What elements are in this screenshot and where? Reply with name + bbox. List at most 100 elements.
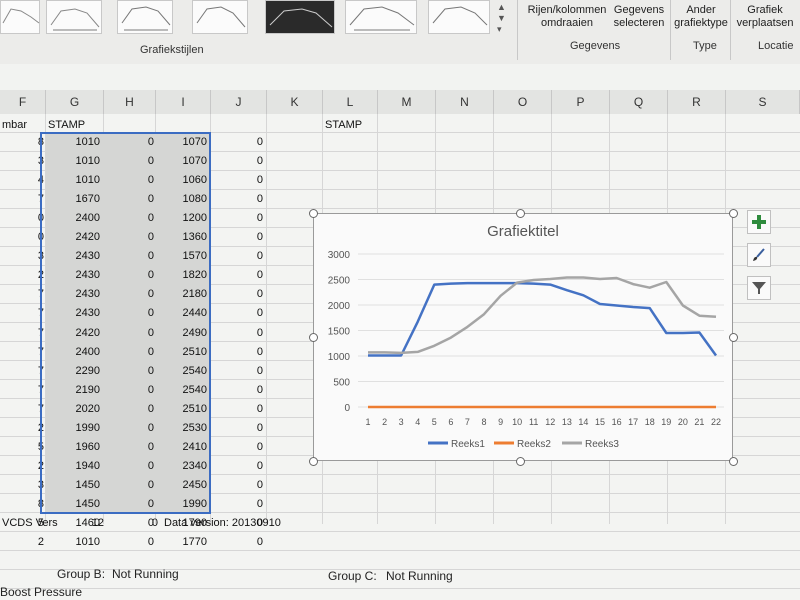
y-tick-label: 1500	[328, 327, 351, 338]
cell-j[interactable]: 0	[211, 266, 263, 285]
cell-footer-g[interactable]: 12	[46, 514, 104, 533]
select-data-button[interactable]: Gegevens selecteren	[610, 4, 668, 30]
cell-j[interactable]: 0	[211, 171, 263, 190]
y-tick-label: 1000	[328, 352, 351, 363]
column-header[interactable]: F	[0, 90, 46, 114]
group-label-data: Gegevens	[570, 40, 621, 52]
x-tick-label: 20	[678, 417, 688, 427]
chart-style-thumbnail[interactable]	[428, 0, 490, 34]
column-header[interactable]: Q	[610, 90, 668, 114]
cell-j[interactable]: 0	[211, 438, 263, 457]
x-tick-label: 12	[545, 417, 555, 427]
column-header[interactable]: P	[552, 90, 610, 114]
resize-handle[interactable]	[516, 209, 525, 218]
cell-header-l[interactable]: STAMP	[325, 116, 362, 135]
column-header[interactable]: H	[104, 90, 156, 114]
cell-f[interactable]: 8	[0, 133, 44, 152]
resize-handle[interactable]	[309, 209, 318, 218]
y-tick-label: 2000	[328, 301, 351, 312]
resize-handle[interactable]	[729, 333, 738, 342]
cell-g[interactable]: 1010	[46, 533, 100, 552]
cell-j[interactable]: 0	[211, 247, 263, 266]
cell-footer-h[interactable]: 0	[104, 514, 158, 533]
column-header[interactable]: I	[156, 90, 211, 114]
cell-f[interactable]: 3	[0, 152, 44, 171]
cell-f[interactable]: 3	[0, 476, 44, 495]
cell-f[interactable]: 7	[0, 285, 44, 304]
cell-j[interactable]: 0	[211, 457, 263, 476]
move-chart-button[interactable]: Grafiek verplaatsen	[733, 4, 797, 30]
resize-handle[interactable]	[729, 457, 738, 466]
cell-f[interactable]: 8	[0, 495, 44, 514]
column-header[interactable]: K	[267, 90, 323, 114]
cell-f[interactable]: 2	[0, 266, 44, 285]
cell-f[interactable]: 7	[0, 324, 44, 343]
cell-f[interactable]: 4	[0, 171, 44, 190]
column-header[interactable]: L	[323, 90, 378, 114]
legend-label: Reeks1	[451, 439, 485, 450]
resize-handle[interactable]	[516, 457, 525, 466]
chart-style-thumbnail[interactable]	[46, 0, 102, 34]
selection-range-border[interactable]	[40, 132, 211, 514]
ribbon-scroll-arrows[interactable]: ▲ ▼ ▾	[497, 2, 506, 35]
column-header[interactable]: N	[436, 90, 494, 114]
chart-area[interactable]: Grafiektitel 0 500 1000 1500 2000 2500 3000 1 2 3 4…	[313, 213, 733, 461]
cell-j[interactable]: 0	[211, 285, 263, 304]
paintbrush-icon	[753, 248, 765, 261]
cell-j[interactable]: 0	[211, 152, 263, 171]
cell-f[interactable]: 5	[0, 438, 44, 457]
chart-style-thumbnail[interactable]	[117, 0, 173, 34]
cell-f[interactable]: 7	[0, 190, 44, 209]
cell-j[interactable]: 0	[211, 304, 263, 323]
cell-f[interactable]: 7	[0, 381, 44, 400]
switch-row-column-button[interactable]: Rijen/kolommen omdraaien	[524, 4, 610, 30]
cell-j[interactable]: 0	[211, 381, 263, 400]
x-tick-label: 1	[365, 417, 370, 427]
cell-f[interactable]: 7	[0, 400, 44, 419]
column-header[interactable]: J	[211, 90, 267, 114]
cell-footer-i[interactable]: Data version: 20130910	[164, 514, 281, 533]
cell-j[interactable]: 0	[211, 362, 263, 381]
resize-handle[interactable]	[309, 457, 318, 466]
cell-f[interactable]: 7	[0, 343, 44, 362]
chart-filters-button[interactable]	[747, 276, 771, 300]
cell-j[interactable]: 0	[211, 419, 263, 438]
cell-f[interactable]: 7	[0, 362, 44, 381]
cell-h[interactable]: 0	[104, 533, 154, 552]
cell-f[interactable]: 0	[0, 228, 44, 247]
cell-j[interactable]: 0	[211, 133, 263, 152]
chart-styles-button[interactable]	[747, 243, 771, 267]
cell-j[interactable]: 0	[211, 495, 263, 514]
cell-f[interactable]: 2	[0, 419, 44, 438]
cell-f[interactable]: 0	[0, 209, 44, 228]
cell-f[interactable]: 2	[0, 533, 44, 552]
chart-style-thumbnail[interactable]	[192, 0, 248, 34]
cell-j[interactable]: 0	[211, 324, 263, 343]
cell-j[interactable]: 0	[211, 190, 263, 209]
cell-j[interactable]: 0	[211, 228, 263, 247]
x-tick-label: 21	[694, 417, 704, 427]
change-chart-type-button[interactable]: Ander grafiektype	[674, 4, 728, 30]
column-header[interactable]: G	[46, 90, 104, 114]
chart-style-thumbnail[interactable]	[345, 0, 417, 34]
cell-j[interactable]: 0	[211, 476, 263, 495]
cell-j[interactable]: 0	[211, 343, 263, 362]
resize-handle[interactable]	[729, 209, 738, 218]
cell-f[interactable]: 7	[0, 304, 44, 323]
column-header[interactable]: R	[668, 90, 726, 114]
column-header[interactable]: M	[378, 90, 436, 114]
column-header[interactable]: S	[726, 90, 800, 114]
chart-style-thumbnail[interactable]	[265, 0, 335, 34]
cell-j[interactable]: 0	[211, 209, 263, 228]
cell-j[interactable]: 0	[211, 400, 263, 419]
x-tick-label: 3	[399, 417, 404, 427]
chart-elements-button[interactable]	[747, 210, 771, 234]
chart-style-thumbnail[interactable]	[0, 0, 40, 34]
cell-f[interactable]: 3	[0, 247, 44, 266]
cell-j[interactable]: 0	[211, 533, 263, 552]
cell-f[interactable]: 2	[0, 457, 44, 476]
resize-handle[interactable]	[309, 333, 318, 342]
column-header[interactable]: O	[494, 90, 552, 114]
x-tick-label: 14	[578, 417, 588, 427]
cell-i[interactable]: 1770	[156, 533, 207, 552]
